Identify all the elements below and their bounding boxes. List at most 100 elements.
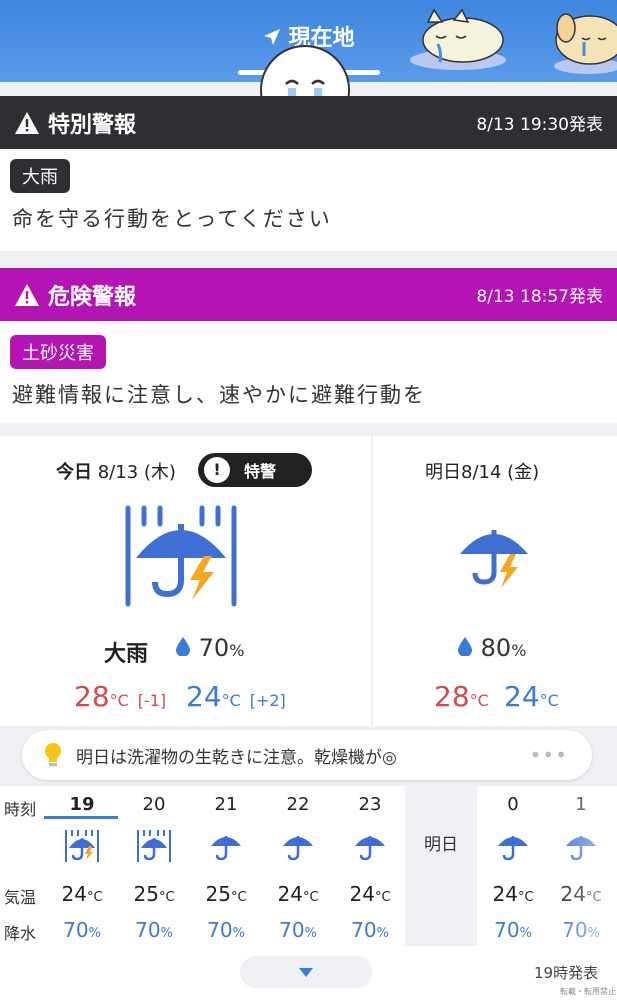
hour-precip: 70% xyxy=(46,918,118,942)
umbrella-icon xyxy=(498,836,528,861)
danger-warning-title: 危険警報 xyxy=(48,284,137,310)
hour-temp-value: 24 xyxy=(61,882,87,906)
pct-unit: % xyxy=(88,926,101,941)
temp-unit: °C xyxy=(517,890,534,905)
raindrop-icon xyxy=(458,637,472,657)
umbrella-icon xyxy=(283,836,313,861)
temp-unit: °C xyxy=(221,691,241,710)
hourly-forecast[interactable]: 時刻 気温 降水 明日 19 24°C 70% 20 25°C 70% 21 2… xyxy=(0,786,617,946)
special-warning-title: 特別警報 xyxy=(48,112,137,138)
tomorrow-low-temp: 24°C xyxy=(504,680,559,713)
today-low-value: 24 xyxy=(186,680,222,713)
current-hour-indicator xyxy=(44,816,118,819)
today-pop-value: 70 xyxy=(198,634,230,662)
tomorrow-low-value: 24 xyxy=(504,680,540,713)
tomorrow-separator-label: 明日 xyxy=(424,835,458,855)
hour-temp: 24°C xyxy=(334,882,406,906)
heavy-rain-thunder-umbrella-icon xyxy=(125,505,237,607)
tomorrow-date: 8/14 (金) xyxy=(461,462,540,483)
pct-unit: % xyxy=(376,926,389,941)
today-low-temp: 24°C [+2] xyxy=(186,680,286,713)
hour-temp-value: 24 xyxy=(492,882,518,906)
sleeping-cat-sticker-icon xyxy=(410,8,506,70)
warning-triangle-icon xyxy=(15,111,39,134)
exclamation-icon: ! xyxy=(204,457,230,483)
temp-unit: °C xyxy=(158,890,175,905)
more-options-icon[interactable]: ••• xyxy=(530,743,568,767)
warning-type-tag: 大雨 xyxy=(10,159,70,193)
hour-temp: 24°C xyxy=(477,882,549,906)
special-warning-badge[interactable]: ! 特警 xyxy=(198,453,312,487)
hour-temp-value: 24 xyxy=(277,882,303,906)
row-label-time: 時刻 xyxy=(4,800,37,819)
hour-precip: 70% xyxy=(477,918,549,942)
scroll-fade xyxy=(545,786,617,946)
raindrop-icon xyxy=(176,637,190,657)
tomorrow-high-temp: 28°C xyxy=(434,680,489,713)
tomorrow-date-label: 明日8/14 (金) xyxy=(425,458,539,484)
pct-unit: % xyxy=(160,926,173,941)
today-date: 8/13 (木) xyxy=(97,462,176,483)
advice-text: 明日は洗濯物の生乾きに注意。乾燥機が◎ xyxy=(76,747,397,768)
hour-precip: 70% xyxy=(118,918,190,942)
temp-unit: °C xyxy=(86,890,103,905)
issued-time: 19時発表 xyxy=(534,964,599,982)
danger-warning-card[interactable]: 危険警報 8/13 18:57発表 土砂災害 避難情報に注意し、速やかに避難行動… xyxy=(0,268,617,423)
row-label-precip: 降水 xyxy=(4,924,37,943)
tomorrow-precip-chance: 80% xyxy=(457,634,526,662)
today-low-diff: [+2] xyxy=(249,691,286,710)
lightbulb-icon xyxy=(45,743,61,766)
hour-label: 20 xyxy=(142,794,166,815)
today-date-label: 今日 8/13 (木) xyxy=(56,458,176,484)
pct-unit: % xyxy=(232,926,245,941)
hour-precip-value: 70 xyxy=(279,918,305,942)
bottom-bar: 19時発表 転載・転用禁止 xyxy=(0,946,617,1000)
divider xyxy=(371,436,373,726)
danger-warning-message: 避難情報に注意し、速やかに避難行動を xyxy=(12,383,426,407)
hour-precip: 70% xyxy=(262,918,334,942)
expand-button[interactable] xyxy=(240,956,372,988)
advice-banner[interactable]: 明日は洗濯物の生乾きに注意。乾燥機が◎ ••• xyxy=(22,730,592,780)
hour-precip: 70% xyxy=(190,918,262,942)
tomorrow-label: 明日 xyxy=(425,462,461,483)
umbrella-thunder-icon xyxy=(460,530,528,588)
hour-precip-value: 70 xyxy=(494,918,520,942)
hour-temp-value: 25 xyxy=(205,882,231,906)
danger-warning-header: 危険警報 8/13 18:57発表 xyxy=(0,268,617,321)
row-label-temp: 気温 xyxy=(4,888,37,907)
hour-label: 22 xyxy=(286,794,310,815)
special-warning-card[interactable]: 特別警報 8/13 19:30発表 大雨 命を守る行動をとってください xyxy=(0,96,617,251)
hour-temp-value: 25 xyxy=(133,882,159,906)
hour-precip-value: 70 xyxy=(63,918,89,942)
today-high-value: 28 xyxy=(74,680,110,713)
warning-triangle-icon xyxy=(15,283,39,306)
pct-unit: % xyxy=(519,926,532,941)
today-high-temp: 28°C [-1] xyxy=(74,680,166,713)
hour-label: 0 xyxy=(507,794,519,815)
badge-label: 特警 xyxy=(244,462,277,481)
hour-precip-value: 70 xyxy=(207,918,233,942)
chevron-down-icon xyxy=(299,968,313,977)
hour-temp: 25°C xyxy=(118,882,190,906)
temp-unit: °C xyxy=(302,890,319,905)
heavy-rain-icon xyxy=(137,830,171,862)
temp-unit: °C xyxy=(109,691,129,710)
tomorrow-high-value: 28 xyxy=(434,680,470,713)
special-warning-header: 特別警報 8/13 19:30発表 xyxy=(0,96,617,149)
hour-precip: 70% xyxy=(334,918,406,942)
hour-temp: 25°C xyxy=(190,882,262,906)
hour-precip-value: 70 xyxy=(135,918,161,942)
today-label: 今日 xyxy=(56,462,92,483)
tomorrow-pop-value: 80 xyxy=(480,634,512,662)
tomorrow-separator: 明日 xyxy=(405,786,477,946)
daily-forecast-panel: 今日 8/13 (木) ! 特警 大雨 70% 28°C [-1] 24°C [+… xyxy=(0,436,617,726)
danger-warning-time: 8/13 18:57発表 xyxy=(476,287,603,307)
hour-label: 19 xyxy=(69,794,95,815)
pct-unit: % xyxy=(304,926,317,941)
temp-unit: °C xyxy=(230,890,247,905)
warning-type-tag: 土砂災害 xyxy=(10,335,106,369)
temp-unit: °C xyxy=(539,691,559,710)
weather-page: 現在地 特別警報 8/13 19:30発表 大雨 命を守る行動をとってください … xyxy=(0,0,617,1000)
crying-dog-sticker-icon xyxy=(554,13,617,74)
today-precip-chance: 70% xyxy=(175,634,244,662)
